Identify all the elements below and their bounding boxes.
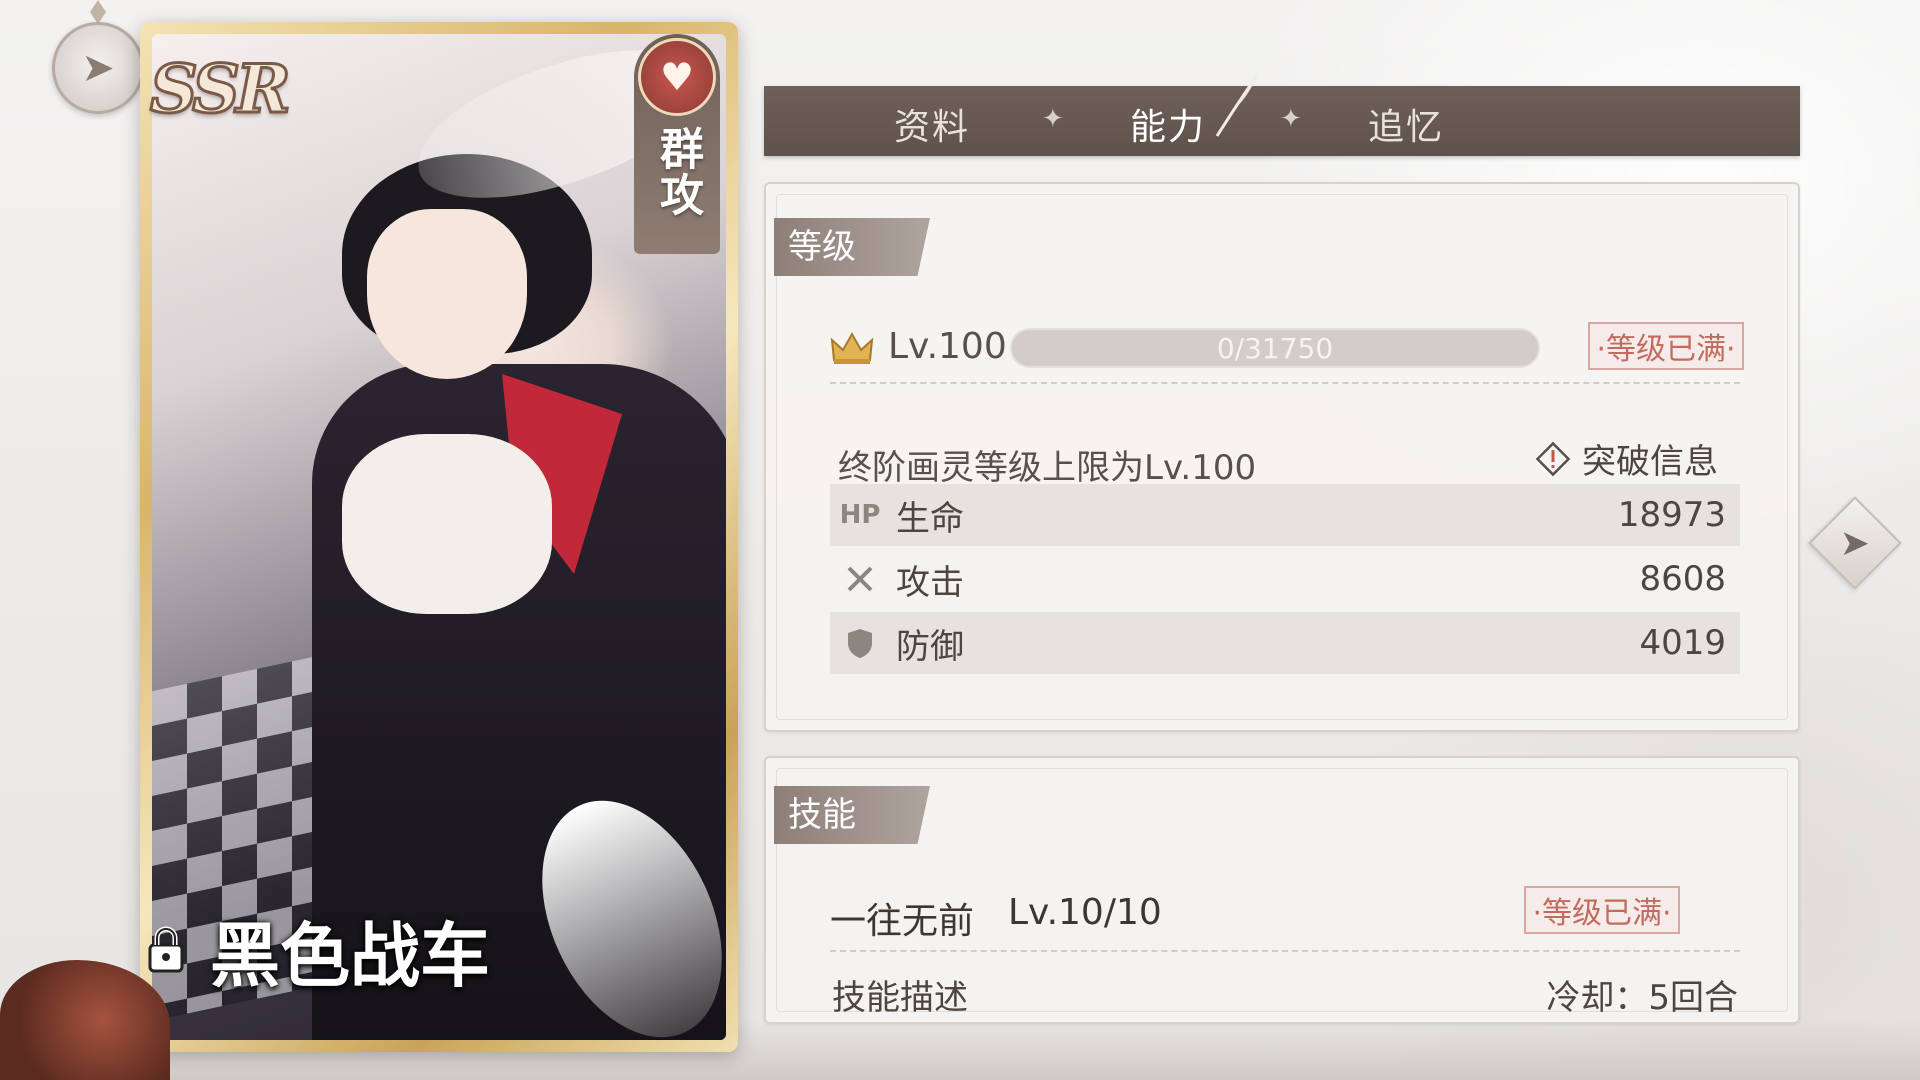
- stat-value: 4019: [1639, 623, 1726, 663]
- stat-row-hp: HP 生命 18973: [830, 484, 1740, 546]
- arrow-left-icon: ➤: [81, 45, 115, 91]
- divider: [830, 382, 1740, 384]
- warning-diamond-icon: [1535, 441, 1571, 476]
- level-row: Lv.100 0/31750 ·等级已满·: [830, 322, 1744, 378]
- back-button[interactable]: ➤: [52, 22, 144, 114]
- tab-bar: 资料 ✦ 能力 ✦ 追忆: [764, 86, 1800, 156]
- skill-level: Lv.10/10: [1008, 892, 1162, 933]
- stat-row-defense: 防御 4019: [830, 612, 1740, 674]
- xp-progress-bar: 0/31750: [1010, 328, 1540, 368]
- breakthrough-label: 突破信息: [1582, 442, 1718, 482]
- stat-label: 攻击: [896, 562, 964, 603]
- shield-icon: [840, 627, 880, 659]
- quill-icon: [1215, 75, 1259, 137]
- skill-panel: 技能 一往无前 Lv.10/10 ·等级已满· 技能描述 冷却：5回合: [764, 756, 1800, 1024]
- stat-label: 防御: [896, 626, 964, 667]
- level-label: Lv.100: [888, 326, 1007, 367]
- level-max-badge: ·等级已满·: [1588, 322, 1744, 370]
- attack-type-box: ♥ 群攻: [634, 34, 720, 254]
- stat-value: 8608: [1639, 559, 1726, 599]
- level-panel: 等级 Lv.100 0/31750 ·等级已满· 终阶画灵等级上限为Lv.100…: [764, 182, 1800, 732]
- swords-icon: [840, 564, 880, 594]
- hp-icon: HP: [839, 500, 881, 530]
- stat-row-attack: 攻击 8608: [830, 548, 1740, 610]
- xp-text: 0/31750: [1216, 331, 1334, 365]
- arrow-right-icon: ➤: [1839, 522, 1871, 564]
- stat-label: 生命: [896, 498, 964, 539]
- tab-separator-icon: ✦: [1042, 104, 1064, 134]
- rarity-badge: SSR: [149, 49, 293, 130]
- tab-separator-icon: ✦: [1280, 104, 1302, 134]
- stat-value: 18973: [1617, 495, 1726, 535]
- tab-memory[interactable]: 追忆: [1368, 98, 1444, 150]
- attack-type-label: 群攻: [652, 126, 703, 218]
- skill-description-button[interactable]: 技能描述: [832, 970, 968, 1019]
- crown-icon: [830, 331, 874, 364]
- level-limit-text: 终阶画灵等级上限为Lv.100: [838, 448, 1257, 488]
- divider: [830, 950, 1740, 952]
- figure-cravat: [342, 434, 552, 614]
- level-section-title: 等级: [774, 218, 930, 276]
- skill-cooldown: 冷却：5回合: [1546, 978, 1738, 1018]
- skill-section-title: 技能: [774, 786, 930, 844]
- lock-icon[interactable]: [146, 925, 186, 973]
- skill-max-badge: ·等级已满·: [1524, 886, 1680, 934]
- breakthrough-info-button[interactable]: 突破信息: [1534, 434, 1718, 483]
- skill-name[interactable]: 一往无前: [830, 892, 974, 944]
- figure-face: [367, 209, 527, 379]
- tab-profile[interactable]: 资料: [894, 98, 970, 150]
- heart-beat-icon: ♥: [638, 38, 716, 116]
- tab-ability[interactable]: 能力: [1130, 98, 1206, 150]
- character-name: 黑色战车: [210, 914, 490, 997]
